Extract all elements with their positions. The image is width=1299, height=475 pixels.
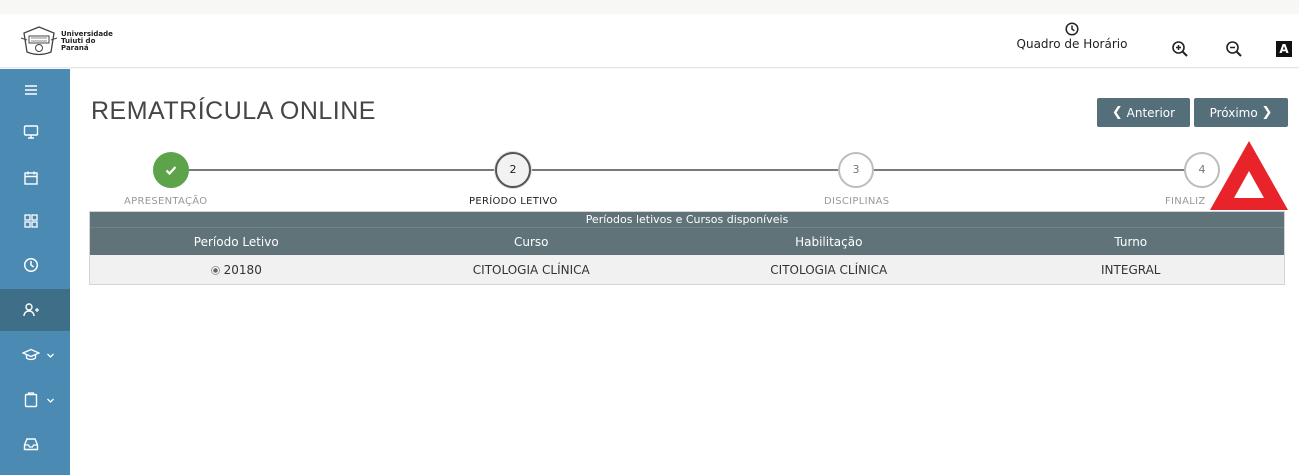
add-user-icon xyxy=(23,303,39,317)
contrast-icon[interactable]: A xyxy=(1276,41,1292,57)
zoom-out-icon[interactable] xyxy=(1225,40,1243,58)
sidebar-item-monitor[interactable] xyxy=(0,111,70,153)
top-strip xyxy=(0,0,1299,14)
quadro-de-horario-label: Quadro de Horário xyxy=(1016,37,1128,51)
turno-cell: INTEGRAL xyxy=(1101,262,1161,277)
table-header-row: Período Letivo Curso Habilitação Turno xyxy=(90,227,1284,255)
graduation-cap-icon xyxy=(22,348,40,361)
university-logo[interactable]: Universidade Tuiuti do Paraná xyxy=(20,24,113,58)
chevron-right-icon: ❯ xyxy=(1261,105,1273,120)
monitor-icon xyxy=(23,125,39,139)
page-title: REMATRÍCULA ONLINE xyxy=(91,97,376,125)
grid-icon xyxy=(24,214,38,228)
zoom-in-icon[interactable] xyxy=(1171,40,1189,58)
check-icon xyxy=(165,166,177,176)
periodo-value: 20180 xyxy=(223,262,262,277)
red-arrow-annotation-icon xyxy=(1210,141,1288,210)
table-row[interactable]: 20180 CITOLOGIA CLÍNICA CITOLOGIA CLÍNIC… xyxy=(90,255,1284,284)
logo-line-3: Paraná xyxy=(61,43,89,52)
sidebar-item-inbox[interactable] xyxy=(0,423,70,465)
calendar-icon xyxy=(24,171,38,185)
sidebar-item-dashboard[interactable] xyxy=(0,200,70,242)
stepper-connector xyxy=(531,169,838,171)
sidebar-item-rematricula[interactable] xyxy=(0,289,70,331)
sidebar-item-academic[interactable] xyxy=(0,334,70,376)
clipboard-icon xyxy=(24,392,38,408)
clock-icon xyxy=(1065,22,1079,36)
habilitacao-cell: CITOLOGIA CLÍNICA xyxy=(770,262,888,277)
column-header: Habilitação xyxy=(795,234,863,249)
curso-cell: CITOLOGIA CLÍNICA xyxy=(472,262,590,277)
step-label: APRESENTAÇÃO xyxy=(124,196,208,207)
periodo-cell[interactable]: 20180 xyxy=(90,263,383,277)
step-label: DISCIPLINAS xyxy=(824,196,890,207)
logo-text: Universidade Tuiuti do Paraná xyxy=(61,30,113,52)
column-header: Curso xyxy=(514,234,549,249)
header: Universidade Tuiuti do Paraná Quadro de … xyxy=(0,14,1299,68)
sidebar-item-documents[interactable] xyxy=(0,379,70,421)
sidebar-item-calendar[interactable] xyxy=(0,157,70,199)
periodo-radio[interactable] xyxy=(210,265,220,275)
sidebar-item-history[interactable] xyxy=(0,244,70,286)
quadro-de-horario-link[interactable]: Quadro de Horário xyxy=(1012,22,1132,51)
chevron-down-icon xyxy=(47,353,54,358)
next-button-label: Próximo xyxy=(1209,105,1258,120)
chevron-left-icon: ❮ xyxy=(1111,105,1123,120)
previous-button[interactable]: ❮ Anterior xyxy=(1097,98,1190,127)
stepper-connector xyxy=(874,169,1184,171)
main-content: REMATRÍCULA ONLINE ❮ Anterior Próximo ❯ … xyxy=(70,69,1299,475)
table-caption: Períodos letivos e Cursos disponíveis xyxy=(90,212,1284,227)
previous-button-label: Anterior xyxy=(1126,105,1176,120)
step-2-periodo-letivo[interactable]: 2 xyxy=(495,152,531,188)
sidebar xyxy=(0,69,70,475)
stepper-connector xyxy=(189,169,495,171)
step-label: PERÍODO LETIVO xyxy=(469,196,558,207)
step-1-apresentacao[interactable] xyxy=(153,152,189,188)
sidebar-item-menu[interactable] xyxy=(0,69,70,111)
step-3-disciplinas[interactable]: 3 xyxy=(838,152,874,188)
hamburger-icon xyxy=(25,85,37,95)
next-button[interactable]: Próximo ❯ xyxy=(1194,98,1288,127)
chevron-down-icon xyxy=(47,398,54,403)
inbox-icon xyxy=(23,438,39,451)
clock-icon xyxy=(23,257,39,273)
periodos-table: Períodos letivos e Cursos disponíveis Pe… xyxy=(89,211,1285,285)
column-header: Turno xyxy=(1114,234,1148,249)
university-emblem-icon xyxy=(20,26,58,56)
step-label: FINALIZ xyxy=(1165,196,1206,207)
column-header: Período Letivo xyxy=(193,234,279,249)
